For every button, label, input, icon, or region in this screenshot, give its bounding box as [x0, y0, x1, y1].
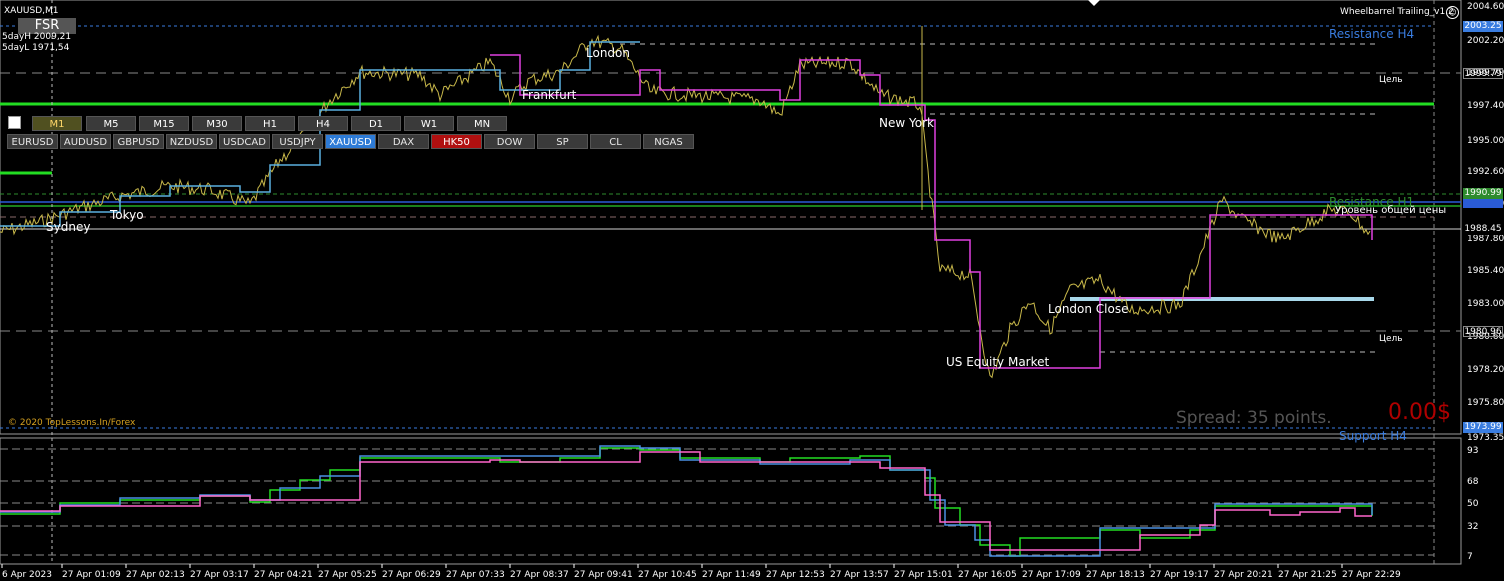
time-tick: 6 Apr 2023 — [2, 570, 52, 580]
price-axis: 2004.602002.201999.791997.401995.001992.… — [1467, 2, 1504, 562]
oscillator-frame — [0, 437, 1462, 565]
time-tick: 27 Apr 20:21 — [1214, 570, 1273, 580]
osc-tick: 50 — [1467, 499, 1479, 509]
resistance-h4-label: Resistance H4 — [1329, 27, 1415, 41]
price-tick: 1978.20 — [1467, 365, 1504, 375]
tf-button-w1[interactable]: W1 — [404, 116, 454, 131]
time-tick: 27 Apr 06:29 — [382, 570, 441, 580]
smiley-icon: ☺ — [1446, 6, 1459, 19]
price-tick: 2002.20 — [1467, 36, 1504, 46]
tf-button-m5[interactable]: M5 — [86, 116, 136, 131]
time-tick: 27 Apr 02:13 — [126, 570, 185, 580]
time-tick: 27 Apr 17:09 — [1022, 570, 1081, 580]
price-tag-1999: 1999.79 — [1463, 68, 1503, 79]
time-tick: 27 Apr 19:17 — [1150, 570, 1209, 580]
osc-tick: 68 — [1467, 477, 1479, 487]
target-label-upper: Цель — [1379, 75, 1403, 85]
symbol-button-dax[interactable]: DAX — [378, 134, 429, 149]
time-tick: 27 Apr 15:01 — [894, 570, 953, 580]
session-tokyo: Tokyo — [110, 208, 144, 222]
time-tick: 27 Apr 04:21 — [254, 570, 313, 580]
session-sydney: Sydney — [46, 220, 91, 234]
price-tag-1980: 1980.96 — [1463, 326, 1503, 337]
symbol-button-nzdusd[interactable]: NZDUSD — [166, 134, 217, 149]
symbol-button-usdjpy[interactable]: USDJPY — [272, 134, 323, 149]
time-tick: 27 Apr 08:37 — [510, 570, 569, 580]
price-tag-support-h4: 1973.99 — [1463, 422, 1503, 433]
day-low: 5dayL 1971,54 — [2, 43, 70, 53]
time-tick: 27 Apr 01:09 — [62, 570, 121, 580]
price-tick: 2004.60 — [1467, 2, 1504, 12]
time-tick: 27 Apr 03:17 — [190, 570, 249, 580]
price-tick: 1995.00 — [1467, 136, 1504, 146]
symbol-button-sp[interactable]: SP — [537, 134, 588, 149]
price-tick: 1973.35 — [1467, 433, 1504, 443]
time-tick: 27 Apr 05:25 — [318, 570, 377, 580]
osc-tick: 7 — [1467, 552, 1473, 562]
price-tick: 1975.80 — [1467, 398, 1504, 408]
price-tick: 1992.60 — [1467, 167, 1504, 177]
time-tick: 27 Apr 12:53 — [766, 570, 825, 580]
symbol-button-hk50[interactable]: HK50 — [431, 134, 482, 149]
session-london: London — [586, 46, 630, 60]
symbol-button-ngas[interactable]: NGAS — [643, 134, 694, 149]
price-tick: 1997.40 — [1467, 101, 1504, 111]
day-high: 5dayH 2009,21 — [2, 32, 72, 42]
price-tag-resistance-h4: 2003.25 — [1463, 21, 1503, 32]
session-london-close: London Close — [1048, 302, 1129, 316]
symbol-button-dow[interactable]: DOW — [484, 134, 535, 149]
panel-toggle-checkbox[interactable] — [8, 116, 21, 129]
time-tick: 27 Apr 13:57 — [830, 570, 889, 580]
symbol-button-gbpusd[interactable]: GBPUSD — [113, 134, 164, 149]
price-tick: 1987.80 — [1467, 234, 1504, 244]
tf-button-h1[interactable]: H1 — [245, 116, 295, 131]
symbol-button-cl[interactable]: CL — [590, 134, 641, 149]
tf-button-mn[interactable]: MN — [457, 116, 507, 131]
tf-button-d1[interactable]: D1 — [351, 116, 401, 131]
price-tag-current: 1988.45 — [1463, 224, 1503, 235]
time-tick: 27 Apr 07:33 — [446, 570, 505, 580]
tf-button-m15[interactable]: M15 — [139, 116, 189, 131]
copyright: © 2020 TopLessons.In/Forex — [8, 418, 136, 428]
time-tick: 27 Apr 16:05 — [958, 570, 1017, 580]
symbol-button-usdcad[interactable]: USDCAD — [219, 134, 270, 149]
session-frankfurt: Frankfurt — [522, 88, 577, 102]
time-axis: 6 Apr 2023 27 Apr 01:09 27 Apr 02:13 27 Apr… — [1, 564, 1401, 580]
price-tag-resistance-h1: 1990.99 — [1463, 188, 1503, 199]
symbol-timeframe: XAUUSD,M1 — [4, 6, 59, 16]
target-label-lower: Цель — [1379, 334, 1403, 344]
symbol-button-eurusd[interactable]: EURUSD — [7, 134, 58, 149]
tf-button-m30[interactable]: M30 — [192, 116, 242, 131]
time-tick: 27 Apr 18:13 — [1086, 570, 1145, 580]
chart-shift-icon[interactable] — [1088, 0, 1100, 6]
support-h4-label: Support H4 — [1339, 429, 1407, 443]
symbol-button-audusd[interactable]: AUDUSD — [60, 134, 111, 149]
time-tick: 27 Apr 22:29 — [1342, 570, 1401, 580]
ea-name: Wheelbarrel Trailing_v1.2 — [1340, 7, 1454, 17]
time-tick: 27 Apr 09:41 — [574, 570, 633, 580]
general-level-label: Уровень общей цены — [1335, 205, 1447, 216]
price-tag-blue — [1463, 199, 1503, 208]
osc-tick: 32 — [1467, 522, 1478, 532]
session-us-equity: US Equity Market — [946, 355, 1050, 369]
profit-info: 0.00$ — [1388, 400, 1451, 425]
tf-button-h4[interactable]: H4 — [298, 116, 348, 131]
spread-info: Spread: 35 points. — [1176, 408, 1332, 428]
chart-canvas[interactable]: 6 Apr 2023 27 Apr 01:09 27 Apr 02:13 27 Apr… — [0, 0, 1504, 581]
time-tick: 27 Apr 21:25 — [1278, 570, 1337, 580]
price-tick: 1983.00 — [1467, 299, 1504, 309]
time-tick: 27 Apr 10:45 — [638, 570, 697, 580]
time-tick: 27 Apr 11:49 — [702, 570, 761, 580]
tf-button-m1[interactable]: M1 — [32, 116, 82, 131]
price-tick: 1985.40 — [1467, 266, 1504, 276]
symbol-button-xauusd[interactable]: XAUUSD — [325, 134, 376, 149]
session-new-york: New York — [879, 116, 934, 130]
osc-tick: 93 — [1467, 446, 1478, 456]
